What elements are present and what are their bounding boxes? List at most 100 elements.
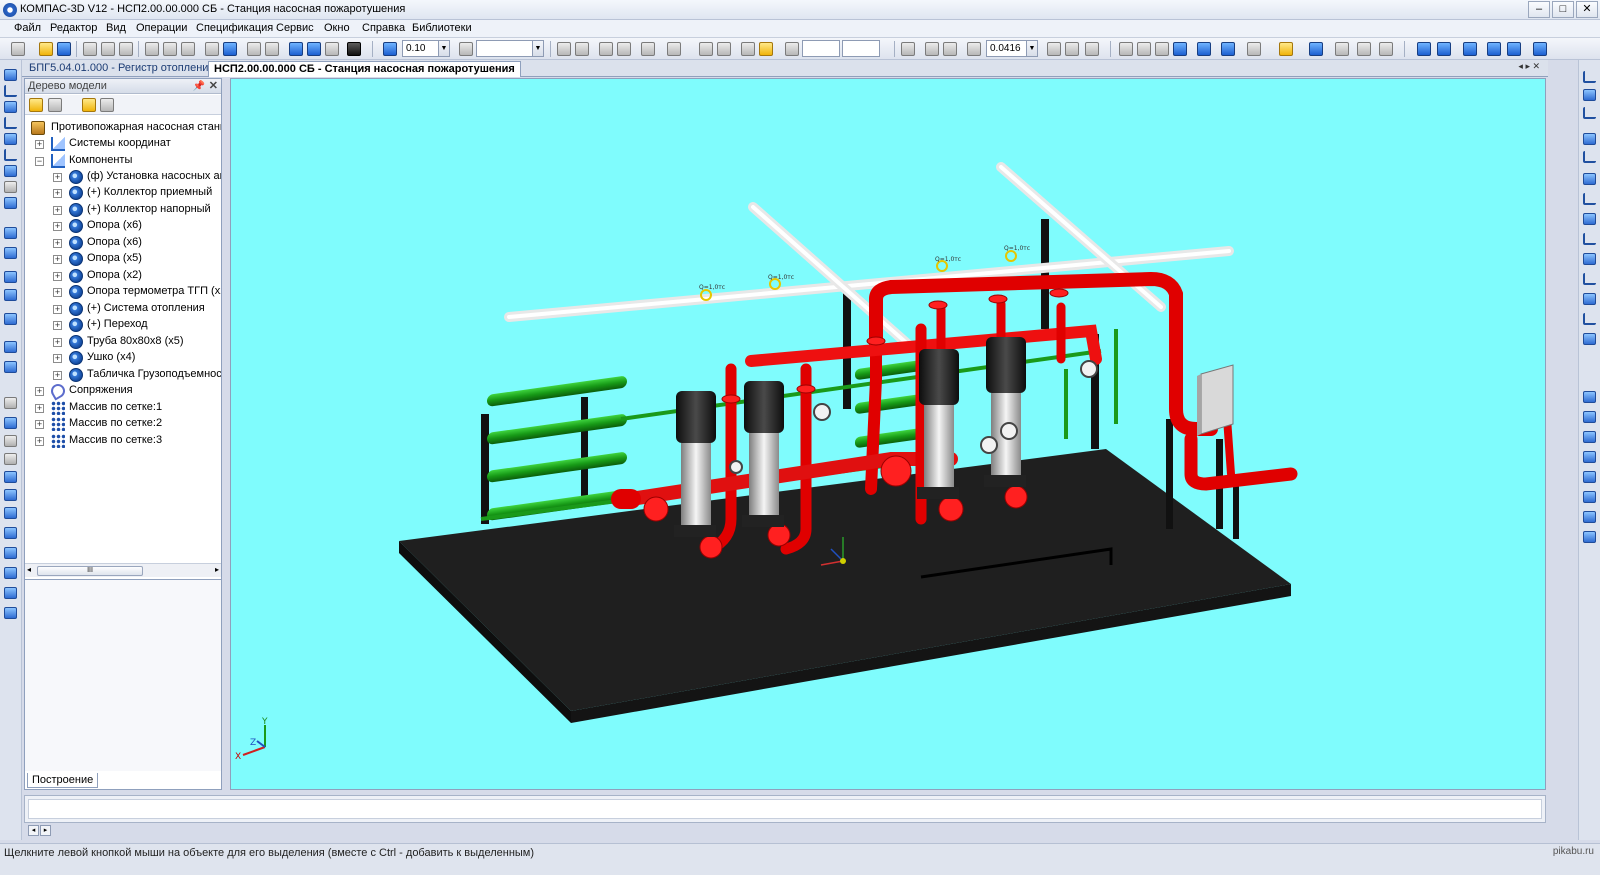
maximize-button[interactable]: □: [1552, 1, 1574, 18]
local-cs-icon[interactable]: [716, 41, 732, 57]
filter-objects-icon[interactable]: [1246, 41, 1262, 57]
compact-panel-26-icon[interactable]: [3, 566, 18, 580]
tree-item-component[interactable]: + Ушко (х4): [53, 350, 221, 366]
right-tool-13-icon[interactable]: [1582, 312, 1597, 326]
coordinates-icon[interactable]: [784, 41, 800, 57]
compact-panel-17-icon[interactable]: [3, 396, 18, 410]
ortho-icon[interactable]: [698, 41, 714, 57]
filter-icon[interactable]: [640, 41, 656, 57]
measure-icon[interactable]: [556, 41, 572, 57]
menu-libraries[interactable]: Библиотеки: [412, 22, 472, 34]
tree-item-component[interactable]: + Опора (х6): [53, 235, 221, 251]
right-tool-20-icon[interactable]: [1582, 490, 1597, 504]
compact-panel-8-icon[interactable]: [3, 180, 18, 194]
menu-help[interactable]: Справка: [362, 22, 405, 34]
right-tool-11-icon[interactable]: [1582, 272, 1597, 286]
scroll-thumb[interactable]: III: [37, 566, 143, 576]
zoom-scale-icon[interactable]: [966, 41, 982, 57]
layer-combo[interactable]: ▼: [476, 40, 544, 57]
perspective-icon[interactable]: [1220, 41, 1236, 57]
chevron-down-icon[interactable]: ▼: [1026, 41, 1037, 56]
right-tool-22-icon[interactable]: [1582, 530, 1597, 544]
zoom-out-icon[interactable]: [942, 41, 958, 57]
compact-panel-5-icon[interactable]: [3, 132, 18, 146]
expand-icon[interactable]: +: [53, 206, 62, 215]
scroll-right-icon[interactable]: ▸: [215, 565, 219, 574]
sketch-icon[interactable]: [1436, 41, 1452, 57]
chevron-down-icon[interactable]: ▼: [438, 41, 449, 56]
right-tool-16-icon[interactable]: [1582, 410, 1597, 424]
paste-icon[interactable]: [180, 41, 196, 57]
compact-panel-22-icon[interactable]: [3, 488, 18, 502]
compact-panel-12-icon[interactable]: [3, 270, 18, 284]
coord-y-field[interactable]: [842, 40, 880, 57]
right-tool-4-icon[interactable]: [1582, 132, 1597, 146]
redo-icon[interactable]: [264, 41, 280, 57]
expand-icon[interactable]: +: [53, 321, 62, 330]
right-tool-7-icon[interactable]: [1582, 192, 1597, 206]
close-button[interactable]: ✕: [1576, 1, 1598, 18]
right-tool-5-icon[interactable]: [1582, 150, 1597, 164]
right-tool-9-icon[interactable]: [1582, 232, 1597, 246]
help-pointer-icon[interactable]: [346, 41, 362, 57]
properties-icon[interactable]: [222, 41, 238, 57]
new-document-icon[interactable]: [10, 41, 26, 57]
expand-icon[interactable]: +: [35, 387, 44, 396]
compact-panel-3-icon[interactable]: [3, 100, 18, 114]
tab-heating-register[interactable]: БПГ5.04.01.000 - Регистр отопления: [24, 61, 219, 77]
compact-panel-2-icon[interactable]: [3, 84, 18, 98]
menu-view[interactable]: Вид: [106, 22, 126, 34]
rotate-icon[interactable]: [1064, 41, 1080, 57]
right-tool-8-icon[interactable]: [1582, 212, 1597, 226]
compact-panel-10-icon[interactable]: [3, 226, 18, 240]
step-combo[interactable]: 0.10 ▼: [402, 40, 450, 57]
compact-panel-1-icon[interactable]: [3, 68, 18, 82]
right-tool-6-icon[interactable]: [1582, 172, 1597, 186]
expand-icon[interactable]: +: [53, 338, 62, 347]
menu-service[interactable]: Сервис: [276, 22, 314, 34]
menu-file[interactable]: Файл: [14, 22, 41, 34]
format-brush-icon[interactable]: [204, 41, 220, 57]
compact-panel-15-icon[interactable]: [3, 340, 18, 354]
tree-item-array[interactable]: + Массив по сетке:2: [35, 416, 221, 432]
cut-view-icon[interactable]: [1356, 41, 1372, 57]
compact-panel-14-icon[interactable]: [3, 312, 18, 326]
tree-item-component[interactable]: + Опора (х6): [53, 218, 221, 234]
compact-panel-7-icon[interactable]: [3, 164, 18, 178]
compact-panel-20-icon[interactable]: [3, 452, 18, 466]
minimize-button[interactable]: –: [1528, 1, 1550, 18]
compact-panel-24-icon[interactable]: [3, 526, 18, 540]
undo-icon[interactable]: [246, 41, 262, 57]
section-icon[interactable]: [1334, 41, 1350, 57]
right-tool-15-icon[interactable]: [1582, 390, 1597, 404]
zoom-window-icon[interactable]: [900, 41, 916, 57]
right-tool-19-icon[interactable]: [1582, 470, 1597, 484]
edit-in-place-icon[interactable]: [1486, 41, 1502, 57]
compact-panel-16-icon[interactable]: [3, 360, 18, 374]
tree-item-array[interactable]: + Массив по сетке:1: [35, 400, 221, 416]
assembly-icon[interactable]: [1416, 41, 1432, 57]
scroll-left-icon[interactable]: ◂: [27, 565, 31, 574]
mcx-icon[interactable]: [616, 41, 632, 57]
tree-item-component[interactable]: + (+) Переход: [53, 317, 221, 333]
expand-icon[interactable]: +: [53, 189, 62, 198]
expand-icon[interactable]: +: [53, 354, 62, 363]
tree-view-mode-icon[interactable]: [47, 97, 63, 113]
copy-icon[interactable]: [162, 41, 178, 57]
tree-item-component[interactable]: + (+) Коллектор напорный: [53, 202, 221, 218]
expand-icon[interactable]: +: [53, 222, 62, 231]
info-icon[interactable]: [1532, 41, 1548, 57]
compact-panel-6-icon[interactable]: [3, 148, 18, 162]
expand-icon[interactable]: +: [53, 239, 62, 248]
expand-icon[interactable]: +: [35, 437, 44, 446]
right-tool-3-icon[interactable]: [1582, 106, 1597, 120]
mass-icon[interactable]: [598, 41, 614, 57]
select-mode-icon[interactable]: [1278, 41, 1294, 57]
pin-icon[interactable]: 📌: [193, 79, 205, 94]
variables-icon[interactable]: [324, 41, 340, 57]
manager-icon[interactable]: [288, 41, 304, 57]
coord-x-field[interactable]: [802, 40, 840, 57]
expand-icon[interactable]: +: [53, 173, 62, 182]
snap-active-icon[interactable]: [758, 41, 774, 57]
snap-icon[interactable]: [740, 41, 756, 57]
